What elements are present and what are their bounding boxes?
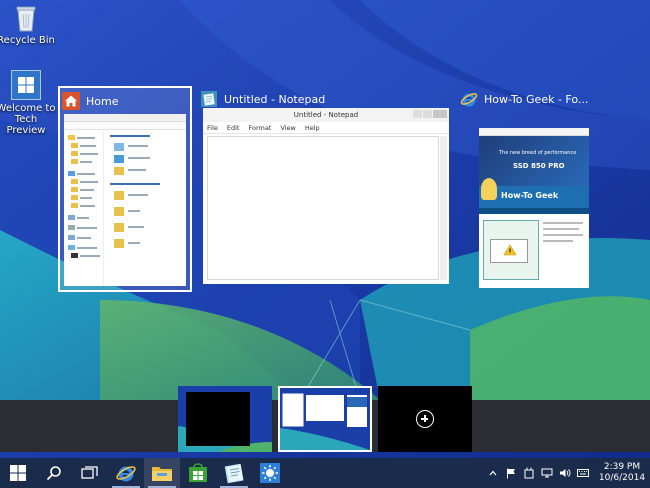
task-view-window-notepad[interactable]: Untitled - Notepad Untitled - Notepad Fi…: [200, 88, 452, 286]
window-title-bar: Home: [62, 90, 118, 112]
plus-circle-icon: [416, 410, 434, 428]
explorer-content-pane: [108, 131, 186, 286]
task-view-icon: [81, 466, 98, 479]
desktop-1-preview: [178, 386, 272, 452]
flag-icon[interactable]: [505, 467, 517, 479]
power-icon[interactable]: [523, 467, 535, 479]
window-title: Untitled - Notepad: [224, 92, 326, 106]
recycle-bin-icon: [15, 4, 37, 32]
menu-view: View: [280, 124, 296, 132]
menu-edit: Edit: [226, 124, 240, 132]
window-thumbnail-ie[interactable]: The new breed of performance SSD 850 PRO…: [479, 128, 589, 288]
add-desktop-button[interactable]: [378, 386, 472, 452]
search-icon: [46, 466, 61, 481]
notepad-text-area: [207, 136, 439, 280]
article-screenshot: [483, 220, 539, 280]
clock-date: 10/6/2014: [598, 473, 646, 483]
recycle-bin-label: Recycle Bin: [0, 35, 55, 46]
taskbar: 2:39 PM 10/6/2014: [0, 458, 650, 488]
menu-help: Help: [304, 124, 320, 132]
keyboard-icon[interactable]: [577, 467, 589, 479]
ie-address-bar: [479, 128, 589, 136]
menu-format: Format: [248, 124, 272, 132]
menu-file: File: [207, 124, 218, 132]
weather-button[interactable]: [252, 458, 288, 488]
virtual-desktop-2[interactable]: [278, 386, 372, 452]
desktop-2-preview: [280, 388, 370, 450]
window-title-bar: Untitled - Notepad: [200, 88, 325, 110]
notepad-menu-bar: File Edit Format View Help: [203, 122, 449, 134]
welcome-tech-preview-desktop-icon[interactable]: Welcome to Tech Preview: [0, 70, 56, 136]
banner-text-2: SSD 850 PRO: [513, 162, 565, 170]
notepad-icon: [200, 90, 218, 108]
network-icon[interactable]: [541, 467, 553, 479]
store-button[interactable]: [180, 458, 216, 488]
clock[interactable]: 2:39 PM 10/6/2014: [598, 462, 646, 484]
banner-text-1: The new breed of performance: [499, 150, 577, 156]
ie-banner-ad: The new breed of performance SSD 850 PRO: [479, 136, 589, 186]
internet-explorer-icon: [116, 466, 136, 482]
window-controls: [413, 110, 447, 118]
notepad-thumb-title: Untitled - Notepad: [293, 111, 359, 119]
htg-mascot-icon: [481, 178, 497, 200]
internet-explorer-icon: [460, 90, 478, 108]
system-tray: 2:39 PM 10/6/2014: [484, 458, 650, 488]
file-explorer-button[interactable]: [144, 458, 180, 488]
sun-icon: [260, 463, 280, 483]
chevron-up-icon[interactable]: [487, 467, 499, 479]
htg-header: How-To Geek: [479, 178, 589, 208]
file-explorer-icon: [152, 467, 172, 481]
window-title-bar: How-To Geek - Fo...: [460, 88, 588, 110]
virtual-desktop-1[interactable]: [178, 386, 272, 452]
virtual-desktops-bar: [0, 386, 650, 452]
explorer-address-bar: [64, 122, 186, 130]
notepad-button[interactable]: [216, 458, 252, 488]
store-icon: [189, 463, 207, 482]
windows-logo-icon: [11, 70, 41, 100]
notepad-icon: [224, 463, 244, 484]
explorer-nav-pane: [64, 131, 104, 286]
htg-logo-text: How-To Geek: [501, 191, 559, 200]
clock-time: 2:39 PM: [603, 462, 641, 472]
windows-start-icon: [10, 465, 26, 481]
start-button[interactable]: [0, 458, 36, 488]
explorer-titlebar: [64, 114, 186, 122]
recycle-bin-desktop-icon[interactable]: Recycle Bin: [0, 4, 56, 46]
task-view-window-home[interactable]: Home: [58, 86, 192, 292]
explorer-home-icon: [62, 92, 80, 110]
volume-icon[interactable]: [559, 467, 571, 479]
internet-explorer-button[interactable]: [108, 458, 144, 488]
notepad-scrollbar: [440, 136, 447, 280]
window-title: Home: [86, 94, 119, 108]
window-thumbnail-notepad[interactable]: Untitled - Notepad File Edit Format View…: [203, 108, 449, 284]
window-title: How-To Geek - Fo...: [484, 92, 589, 106]
search-button[interactable]: [36, 458, 72, 488]
article-text: [543, 220, 585, 280]
window-thumbnail-home[interactable]: [64, 114, 186, 286]
welcome-tech-preview-label: Welcome to Tech Preview: [0, 103, 56, 136]
task-view-window-ie[interactable]: How-To Geek - Fo... The new breed of per…: [460, 88, 592, 288]
task-view-button[interactable]: [72, 458, 108, 488]
htg-nav: [479, 208, 589, 214]
notepad-titlebar: Untitled - Notepad: [203, 108, 449, 122]
dialog-thumb: [490, 239, 528, 263]
